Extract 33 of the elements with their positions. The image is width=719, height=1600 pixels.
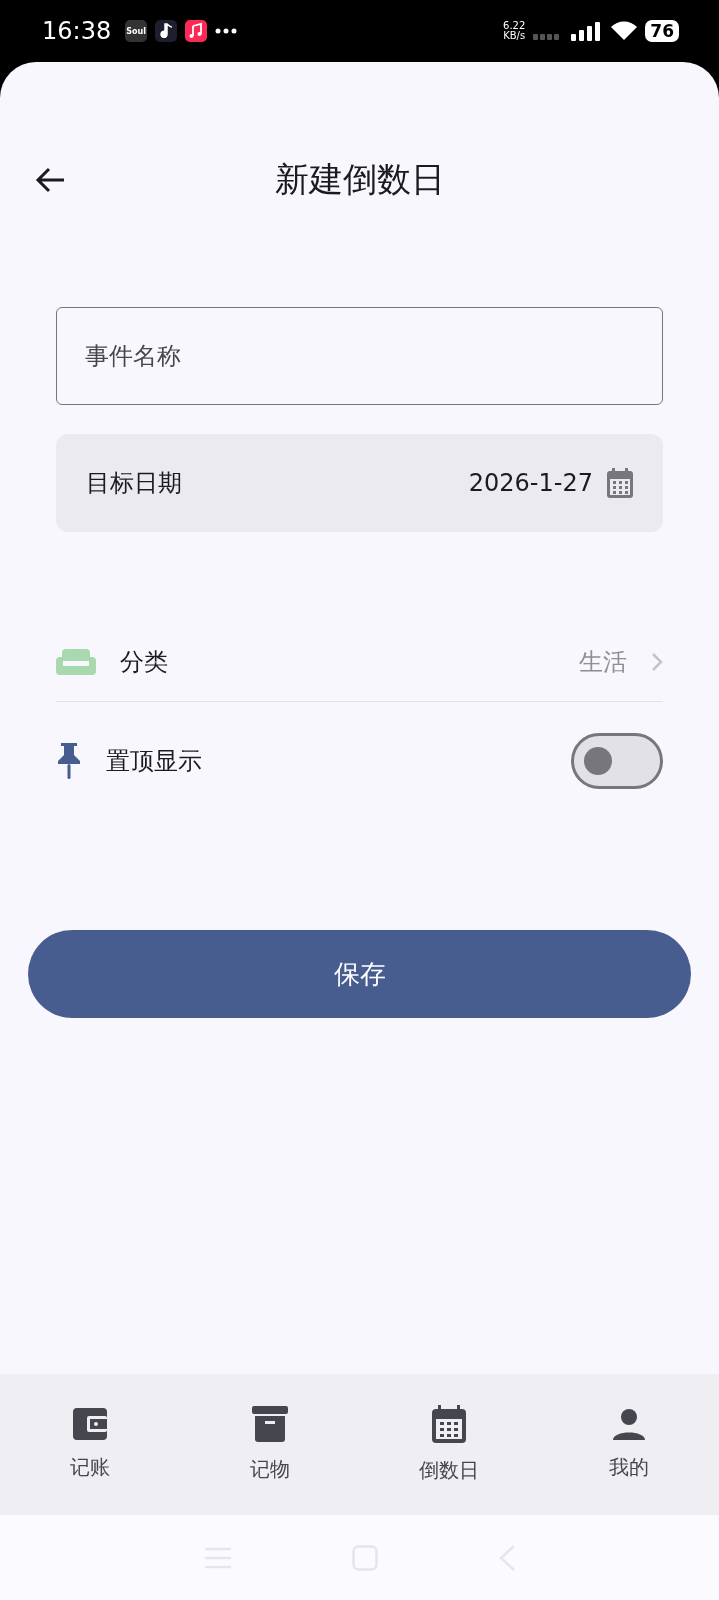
calendar-icon [432, 1405, 467, 1443]
date-label: 目标日期 [86, 468, 182, 499]
network-speed-unit: KB/s [503, 31, 526, 41]
setting-label: 置顶显示 [106, 746, 202, 777]
category-row[interactable]: 分类 生活 [56, 622, 663, 702]
event-name-field[interactable]: 事件名称 [56, 307, 663, 405]
pin-icon [56, 743, 82, 779]
nav-tab[interactable]: 我的 [539, 1374, 719, 1515]
save-button[interactable]: 保存 [28, 930, 691, 1018]
person-icon [613, 1408, 646, 1440]
wallet-icon [72, 1408, 107, 1440]
wifi-icon [611, 21, 638, 41]
nav-tab[interactable]: 记物 [179, 1374, 360, 1515]
chevron-right-icon [651, 651, 663, 672]
calendar-icon[interactable] [607, 468, 633, 498]
network-speed: 6.22 [503, 21, 526, 31]
status-time: 16:38 [42, 17, 112, 45]
more-icon [215, 28, 238, 34]
pin-setting-row[interactable]: 置顶显示 [56, 702, 663, 820]
app-notification-icon: Soul [125, 20, 148, 42]
setting-label: 分类 [120, 646, 168, 678]
setting-value: 生活 [579, 646, 627, 678]
nav-tab[interactable]: 记账 [0, 1374, 180, 1515]
toggle-switch[interactable] [571, 733, 663, 789]
target-date-field[interactable]: 目标日期 2026-1-27 [56, 434, 663, 532]
sofa-icon [56, 648, 96, 675]
date-value: 2026-1-27 [468, 469, 593, 497]
nav-tab[interactable]: 倒数日 [359, 1374, 540, 1515]
battery-level: 76 [645, 20, 679, 42]
page-title: 新建倒数日 [274, 158, 445, 201]
music-app-icon [185, 20, 208, 42]
music-note-icon [155, 20, 178, 42]
archive-box-icon [251, 1406, 288, 1442]
